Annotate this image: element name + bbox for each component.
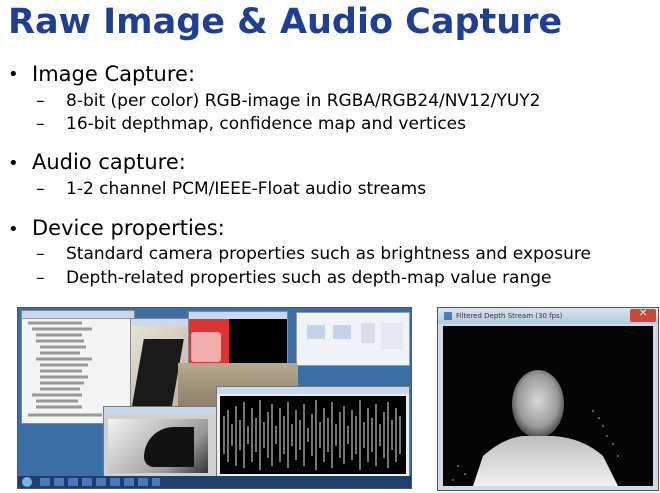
bullet-device-properties: Device properties: <box>32 216 225 240</box>
close-icon: ✕ <box>639 308 648 319</box>
depth-image <box>443 326 653 486</box>
audio-window <box>216 386 410 478</box>
bullet-dot-3: • <box>8 219 19 240</box>
depth-window-titlebar: Filtered Depth Stream (30 fps) ✕ <box>438 308 658 324</box>
dash-3a: – <box>36 244 45 264</box>
bullet-audio-capture: Audio capture: <box>32 150 186 174</box>
audio-waveform <box>220 396 406 474</box>
sub-bullet-3b: Depth-related properties such as depth-m… <box>66 268 552 288</box>
bullet-dot-2: • <box>8 153 19 174</box>
dash-1a: – <box>36 91 45 111</box>
bullet-dot-1: • <box>8 64 19 85</box>
sub-bullet-1a: 8-bit (per color) RGB-image in RGBA/RGB2… <box>66 91 541 111</box>
sub-bullet-1b: 16-bit depthmap, confidence map and vert… <box>66 114 466 134</box>
taskbar <box>18 476 411 488</box>
close-button[interactable]: ✕ <box>630 308 656 322</box>
depth-figure <box>452 370 619 486</box>
ribbon-panel <box>296 312 410 366</box>
dash-3b: – <box>36 268 45 288</box>
sub-bullet-3a: Standard camera properties such as brigh… <box>66 244 591 264</box>
dash-2a: – <box>36 179 45 199</box>
dash-1b: – <box>36 114 45 134</box>
gray-depth-window <box>103 406 217 478</box>
sub-bullet-2a: 1-2 channel PCM/IEEE-Float audio streams <box>66 179 427 199</box>
desktop-screenshot <box>17 307 412 489</box>
app-icon <box>444 312 452 320</box>
slide-title: Raw Image & Audio Capture <box>8 2 563 42</box>
depth-window-title: Filtered Depth Stream (30 fps) <box>456 312 563 320</box>
depth-stream-window: Filtered Depth Stream (30 fps) ✕ <box>437 307 659 491</box>
bullet-image-capture: Image Capture: <box>32 62 196 86</box>
